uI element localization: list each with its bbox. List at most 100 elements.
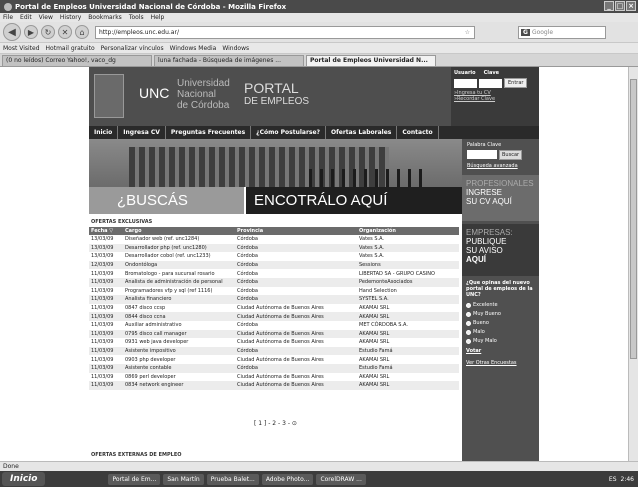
forward-icon[interactable]: ▶ — [24, 25, 38, 39]
radio-button[interactable] — [466, 302, 471, 308]
poll-option[interactable]: Malo — [466, 329, 535, 335]
next-page-icon[interactable]: ⊙ — [292, 420, 297, 427]
table-row[interactable]: 11/03/09 0931 web java developer Ciudad Au… — [89, 338, 459, 347]
taskbar-item[interactable]: San Martín — [163, 473, 204, 485]
col-cargo[interactable]: Cargo — [123, 227, 235, 235]
table-row[interactable]: 11/03/09 Bromatologo - para sucursal rosa… — [89, 269, 459, 278]
cell-cargo[interactable]: 0903 php developer — [123, 355, 235, 364]
radio-button[interactable] — [466, 329, 471, 335]
table-row[interactable]: 11/03/09 Analista de administración de pe… — [89, 277, 459, 287]
tab-busqueda[interactable]: luna fachada - Búsqueda de imágenes ... — [154, 55, 304, 66]
language-indicator[interactable]: ES — [609, 476, 617, 483]
poll-option[interactable]: Muy Malo — [466, 338, 535, 344]
scrollbar-thumb[interactable] — [630, 79, 637, 359]
minimize-icon[interactable]: _ — [604, 1, 614, 11]
cell-cargo[interactable]: Analista de administración de personal — [123, 277, 235, 287]
radio-button[interactable] — [466, 311, 471, 317]
taskbar-item[interactable]: Adobe Photo... — [261, 473, 314, 485]
cell-cargo[interactable]: 0795 disco call manager — [123, 329, 235, 339]
table-row[interactable]: 11/03/09 Auxiliar administrativo Córdoba ME… — [89, 321, 459, 330]
bookmark-personalizar[interactable]: Personalizar vínculos — [101, 45, 164, 52]
bookmark-windows-media[interactable]: Windows Media — [170, 45, 217, 52]
ver-otras-encuestas-link[interactable]: Ver Otras Encuestas — [466, 360, 535, 366]
empresas-promo[interactable]: EMPRESAS: PUBLIQUE SU AVISO AQUÍ — [462, 224, 539, 276]
table-row[interactable]: 11/03/09 0903 php developer Ciudad Autónom… — [89, 355, 459, 364]
cell-cargo[interactable]: Asistente impositivo — [123, 346, 235, 356]
votar-button[interactable]: Votar — [466, 348, 535, 354]
clave-input[interactable] — [479, 78, 502, 88]
menu-history[interactable]: History — [60, 14, 81, 21]
vertical-scrollbar[interactable] — [628, 67, 638, 461]
address-bar[interactable]: http://empleos.unc.edu.ar/ ☆ — [95, 25, 475, 39]
bookmark-star-icon[interactable]: ☆ — [465, 29, 474, 36]
keyword-input[interactable] — [467, 150, 497, 159]
table-row[interactable]: 11/03/09 Asistente impositivo Córdoba Estud… — [89, 346, 459, 356]
start-button[interactable]: Inicio — [2, 472, 46, 486]
nav-como-postularse[interactable]: ¿Cómo Postularse? — [251, 126, 327, 139]
taskbar-item[interactable]: Prueba Balet... — [206, 473, 259, 485]
cell-cargo[interactable]: Programadores vfp y sql (ref 1116) — [123, 287, 235, 296]
stop-icon[interactable]: ✕ — [58, 25, 72, 39]
radio-button[interactable] — [466, 320, 471, 326]
cell-cargo[interactable]: Desarrollador cobol (ref. unc1233) — [123, 252, 235, 261]
close-icon[interactable]: × — [626, 1, 636, 11]
taskbar-item[interactable]: Portal de Em... — [108, 473, 161, 485]
tab-portal-empleos[interactable]: Portal de Empleos Universidad N... — [306, 55, 436, 66]
cell-cargo[interactable]: Diseñador web (ref. unc1284) — [123, 235, 235, 244]
search-input[interactable]: G Google — [518, 25, 606, 39]
nav-preguntas-frecuentes[interactable]: Preguntas Frecuentes — [166, 126, 252, 139]
cell-cargo[interactable]: 0844 disco ccna — [123, 312, 235, 321]
table-row[interactable]: 11/03/09 Asistente contable Córdoba Estudio… — [89, 363, 459, 373]
back-icon[interactable]: ◀ — [3, 23, 21, 41]
bookmark-windows[interactable]: Windows — [222, 45, 249, 52]
table-row[interactable]: 11/03/09 0795 disco call manager Ciudad Au… — [89, 329, 459, 339]
buscar-button[interactable]: Buscar — [499, 150, 523, 160]
busqueda-avanzada-link[interactable]: Búsqueda avanzada — [467, 163, 534, 169]
cell-cargo[interactable]: 0847 disco ccsp — [123, 304, 235, 313]
search-engine-icon[interactable]: G — [521, 28, 530, 36]
cell-cargo[interactable]: Desarrollador php (ref. unc1280) — [123, 243, 235, 253]
bookmark-hotmail[interactable]: Hotmail gratuito — [46, 45, 95, 52]
col-provincia[interactable]: Provincia — [235, 227, 357, 235]
nav-contacto[interactable]: Contacto — [397, 126, 439, 139]
table-row[interactable]: 11/03/09 0844 disco ccna Ciudad Autónoma d… — [89, 312, 459, 321]
table-row[interactable]: 13/03/09 Desarrollador php (ref. unc1280)… — [89, 243, 459, 253]
menu-tools[interactable]: Tools — [129, 14, 144, 21]
usuario-input[interactable] — [454, 78, 477, 88]
cell-cargo[interactable]: Analista financiero — [123, 295, 235, 304]
menu-file[interactable]: File — [3, 14, 13, 21]
bookmark-most-visited[interactable]: Most Visited — [3, 45, 40, 52]
taskbar-item[interactable]: CorelDRAW ... — [316, 473, 366, 485]
table-row[interactable]: 11/03/09 0847 disco ccsp Ciudad Autónoma d… — [89, 304, 459, 313]
menu-edit[interactable]: Edit — [20, 14, 32, 21]
menu-view[interactable]: View — [39, 14, 53, 21]
nav-ofertas-laborales[interactable]: Ofertas Laborales — [326, 126, 398, 139]
pager-text[interactable]: [ 1 ] - 2 - 3 - — [254, 420, 290, 427]
table-row[interactable]: 11/03/09 0869 perl developer Ciudad Autóno… — [89, 373, 459, 382]
menu-bookmarks[interactable]: Bookmarks — [88, 14, 122, 21]
window-titlebar[interactable]: Portal de Empleos Universidad Nacional d… — [0, 0, 638, 13]
tab-yahoo[interactable]: (0 no leídos) Correo Yahoo!, vaco_dg — [2, 55, 152, 66]
cell-cargo[interactable]: Bromatologo - para sucursal rosario — [123, 269, 235, 278]
nav-inicio[interactable]: Inicio — [89, 126, 119, 139]
table-row[interactable]: 11/03/09 0834 network engineer Ciudad Autó… — [89, 381, 459, 390]
table-row[interactable]: 13/03/09 Desarrollador cobol (ref. unc123… — [89, 252, 459, 261]
cell-cargo[interactable]: Auxiliar administrativo — [123, 321, 235, 330]
menu-help[interactable]: Help — [151, 14, 165, 21]
cell-cargo[interactable]: 0834 network engineer — [123, 381, 235, 390]
maximize-icon[interactable]: □ — [615, 1, 625, 11]
profesionales-promo[interactable]: PROFESIONALES INGRESE SU CV AQUÍ — [462, 175, 539, 221]
entrar-button[interactable]: Entrar — [504, 78, 528, 88]
recordar-clave-link[interactable]: »Recordar Clave — [454, 96, 536, 102]
radio-button[interactable] — [466, 338, 471, 344]
col-organizacion[interactable]: Organización — [357, 227, 459, 235]
nav-ingresa-cv[interactable]: Ingresa CV — [118, 126, 166, 139]
table-row[interactable]: 13/03/09 Diseñador web (ref. unc1284) Córd… — [89, 235, 459, 244]
cell-cargo[interactable]: 0869 perl developer — [123, 373, 235, 382]
cell-cargo[interactable]: 0931 web java developer — [123, 338, 235, 347]
cell-cargo[interactable]: Ondontóloga — [123, 260, 235, 270]
table-row[interactable]: 11/03/09 Programadores vfp y sql (ref 111… — [89, 287, 459, 296]
table-row[interactable]: 11/03/09 Analista financiero Córdoba SYSTEL… — [89, 295, 459, 304]
pagination[interactable]: [ 1 ] - 2 - 3 - ⊙ — [254, 420, 297, 427]
col-fecha[interactable]: Fecha ▽ — [89, 227, 123, 235]
